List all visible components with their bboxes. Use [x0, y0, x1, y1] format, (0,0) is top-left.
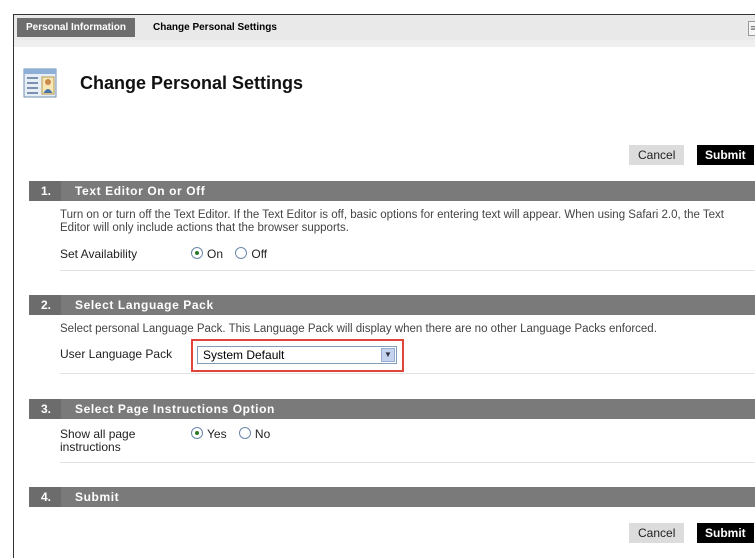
step-3-divider [60, 462, 755, 463]
person-card-icon [23, 68, 57, 98]
step-1-title: Text Editor On or Off [75, 184, 206, 198]
set-availability-label: Set Availability [60, 247, 138, 261]
user-language-pack-label: User Language Pack [60, 347, 173, 361]
step-1-number: 1. [29, 181, 61, 201]
header-strip [14, 40, 755, 47]
submit-button-top[interactable]: Submit [697, 145, 754, 165]
step-4-number: 4. [29, 487, 61, 507]
text-editor-radio-group: On Off [191, 247, 276, 261]
breadcrumb-change-personal-settings: Change Personal Settings [153, 22, 277, 33]
step-2-title: Select Language Pack [75, 298, 214, 312]
page-title: Change Personal Settings [80, 73, 304, 93]
step-3-header: 3. Select Page Instructions Option [29, 399, 755, 419]
step-4-title: Submit [75, 490, 120, 504]
step-4-header: 4. Submit [29, 487, 755, 507]
step-1-instructions: Turn on or turn off the Text Editor. If … [60, 209, 724, 234]
step-3-title: Select Page Instructions Option [75, 402, 275, 416]
page-instructions-no-radio[interactable] [238, 427, 251, 439]
menu-toggle-icon[interactable]: ≡ [748, 21, 755, 36]
cancel-button-bottom[interactable]: Cancel [629, 523, 685, 543]
text-editor-on-label[interactable]: On [207, 247, 223, 261]
chevron-down-icon[interactable]: ▼ [381, 348, 395, 362]
text-editor-off-radio[interactable] [235, 247, 248, 259]
submit-button-bottom[interactable]: Submit [697, 523, 754, 543]
step-2-header: 2. Select Language Pack [29, 295, 755, 315]
step-2-instructions: Select personal Language Pack. This Lang… [60, 323, 657, 335]
language-pack-select[interactable]: System Default ▼ [197, 346, 397, 364]
text-editor-on-radio[interactable] [191, 247, 203, 259]
step-2-number: 2. [29, 295, 61, 315]
page-instructions-yes-label[interactable]: Yes [207, 427, 227, 441]
breadcrumb: Personal Information Change Personal Set… [14, 15, 755, 40]
page-instructions-radio-group: Yes No [191, 427, 279, 441]
step-1-header: 1. Text Editor On or Off [29, 181, 755, 201]
breadcrumb-personal-information[interactable]: Personal Information [17, 18, 135, 37]
page-instructions-yes-radio[interactable] [191, 427, 203, 439]
step-2-divider [60, 373, 755, 374]
language-pack-selected-value: System Default [203, 348, 285, 362]
content-frame: Personal Information Change Personal Set… [13, 14, 755, 558]
page-instructions-no-label[interactable]: No [255, 427, 270, 441]
show-page-instructions-label: Show all page instructions [60, 427, 136, 454]
step-3-number: 3. [29, 399, 61, 419]
step-1-divider [60, 270, 755, 271]
text-editor-off-label[interactable]: Off [251, 247, 267, 261]
cancel-button-top[interactable]: Cancel [629, 145, 685, 165]
